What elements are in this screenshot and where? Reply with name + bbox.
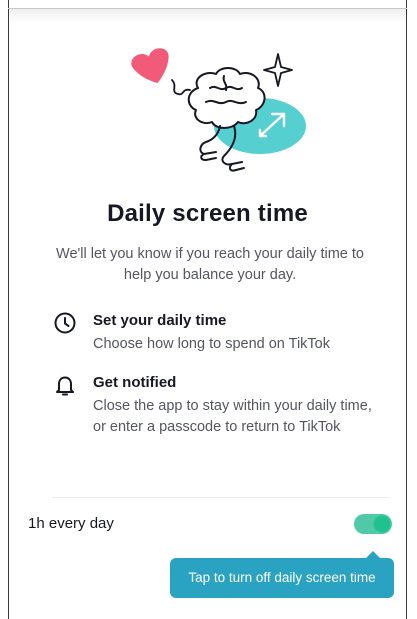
feature-description: Choose how long to spend on TikTok — [93, 336, 330, 352]
feature-title: Get notified — [93, 374, 177, 391]
screen: Daily screen time We'll let you know if … — [0, 0, 417, 619]
daily-screen-time-toggle[interactable] — [354, 514, 392, 534]
toggle-knob — [374, 516, 390, 532]
section-divider — [52, 497, 390, 498]
brain-character-icon — [187, 67, 266, 172]
daily-limit-setting-label[interactable]: 1h every day — [28, 515, 114, 532]
heart-icon — [131, 48, 169, 84]
page-subtitle: We'll let you know if you reach your dai… — [56, 246, 364, 283]
feature-title: Set your daily time — [93, 312, 227, 329]
brain-illustration — [131, 48, 306, 172]
sparkle-icon — [263, 53, 293, 87]
clock-icon — [54, 312, 76, 334]
bell-icon — [56, 376, 74, 396]
squiggle-line — [171, 79, 191, 96]
top-fade — [9, 9, 406, 23]
tooltip-arrow — [366, 551, 380, 558]
frame-border-left — [8, 0, 9, 619]
turn-off-tooltip: Tap to turn off daily screen time — [170, 558, 394, 598]
page-title: Daily screen time — [107, 200, 308, 227]
feature-description: Close the app to stay within your daily … — [93, 398, 372, 435]
frame-border-right — [406, 0, 407, 619]
